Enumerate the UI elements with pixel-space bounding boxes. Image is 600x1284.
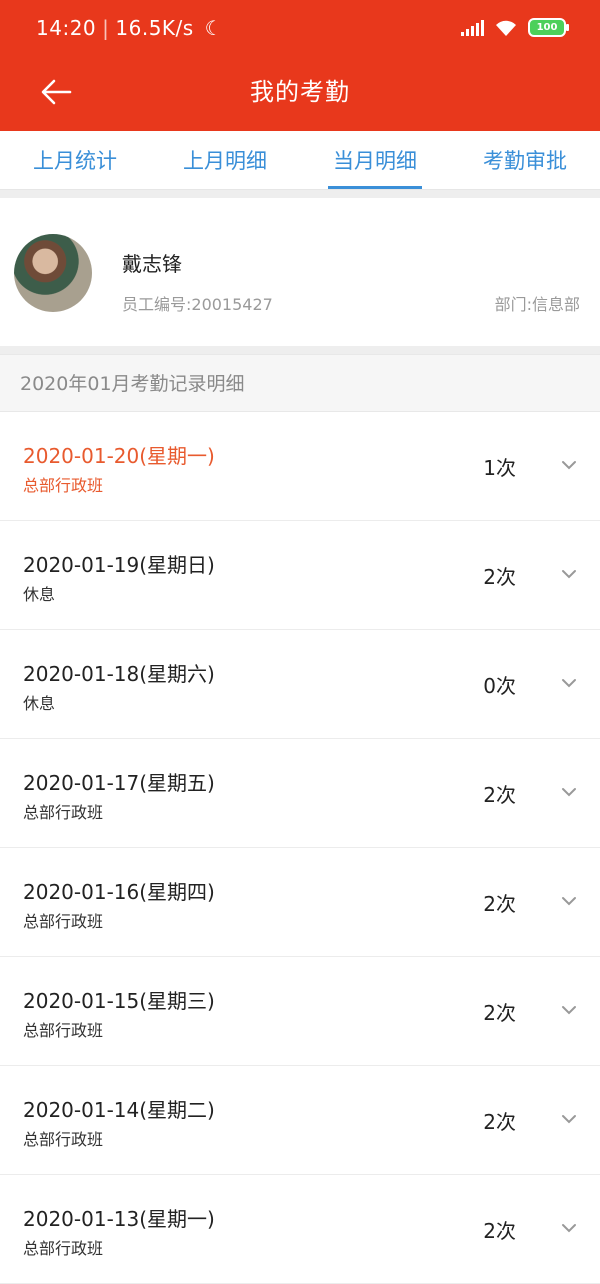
page-title: 我的考勤 — [250, 78, 350, 106]
records-header: 2020年01月考勤记录明细 — [0, 354, 600, 412]
record-count: 2次 — [483, 1219, 516, 1243]
record-shift: 休息 — [23, 694, 56, 713]
navigation-bar: 我的考勤 — [0, 58, 600, 131]
chevron-down-icon[interactable] — [560, 1219, 578, 1237]
app-header: 14:20 | 16.5K/s ☾ 100 我的考勤 — [0, 0, 600, 131]
record-date: 2020-01-13(星期一) — [23, 1207, 215, 1231]
record-row[interactable]: 2020-01-15(星期三) 总部行政班 2次 — [0, 957, 600, 1066]
moon-icon: ☾ — [204, 16, 223, 40]
record-row[interactable]: 2020-01-19(星期日) 休息 2次 — [0, 521, 600, 630]
status-separator: | — [102, 16, 110, 40]
record-count: 1次 — [483, 456, 516, 480]
record-date: 2020-01-15(星期三) — [23, 989, 215, 1013]
record-row[interactable]: 2020-01-13(星期一) 总部行政班 2次 — [0, 1175, 600, 1284]
record-count: 2次 — [483, 1110, 516, 1134]
record-date: 2020-01-20(星期一) — [23, 444, 215, 468]
profile-card: 戴志锋 员工编号:20015427 部门:信息部 — [0, 198, 600, 346]
record-count: 2次 — [483, 565, 516, 589]
record-date: 2020-01-18(星期六) — [23, 662, 215, 686]
network-speed: 16.5K/s — [115, 16, 194, 40]
avatar — [14, 234, 92, 312]
section-divider — [0, 346, 600, 354]
record-row[interactable]: 2020-01-16(星期四) 总部行政班 2次 — [0, 848, 600, 957]
wifi-icon — [494, 19, 518, 37]
tab-bar: 上月统计 上月明细 当月明细 考勤审批 — [0, 131, 600, 190]
status-time: 14:20 — [36, 16, 97, 40]
signal-icon — [461, 19, 484, 36]
record-shift: 总部行政班 — [23, 1239, 104, 1258]
status-right: 100 — [461, 18, 569, 37]
chevron-down-icon[interactable] — [560, 565, 578, 583]
chevron-down-icon[interactable] — [560, 892, 578, 910]
record-row[interactable]: 2020-01-20(星期一) 总部行政班 1次 — [0, 412, 600, 521]
record-shift: 总部行政班 — [23, 476, 104, 495]
record-shift: 总部行政班 — [23, 1130, 104, 1149]
department: 部门:信息部 — [494, 295, 580, 314]
record-count: 2次 — [483, 1001, 516, 1025]
chevron-down-icon[interactable] — [560, 1001, 578, 1019]
chevron-down-icon[interactable] — [560, 783, 578, 801]
record-date: 2020-01-14(星期二) — [23, 1098, 215, 1122]
record-shift: 休息 — [23, 585, 56, 604]
chevron-down-icon[interactable] — [560, 674, 578, 692]
tab-last-month-stats[interactable]: 上月统计 — [0, 131, 150, 189]
status-left: 14:20 | 16.5K/s ☾ — [36, 16, 223, 40]
employee-name: 戴志锋 — [122, 252, 182, 276]
chevron-down-icon[interactable] — [560, 456, 578, 474]
record-count: 2次 — [483, 892, 516, 916]
record-count: 0次 — [483, 674, 516, 698]
section-divider — [0, 190, 600, 198]
employee-number: 员工编号:20015427 — [122, 295, 273, 314]
record-row[interactable]: 2020-01-14(星期二) 总部行政班 2次 — [0, 1066, 600, 1175]
record-date: 2020-01-16(星期四) — [23, 880, 215, 904]
record-date: 2020-01-17(星期五) — [23, 771, 215, 795]
tab-attendance-approval[interactable]: 考勤审批 — [450, 131, 600, 189]
record-shift: 总部行政班 — [23, 912, 104, 931]
record-row[interactable]: 2020-01-18(星期六) 休息 0次 — [0, 630, 600, 739]
tab-current-month-detail[interactable]: 当月明细 — [300, 131, 450, 189]
tab-last-month-detail[interactable]: 上月明细 — [150, 131, 300, 189]
record-shift: 总部行政班 — [23, 1021, 104, 1040]
record-count: 2次 — [483, 783, 516, 807]
record-shift: 总部行政班 — [23, 803, 104, 822]
status-bar: 14:20 | 16.5K/s ☾ 100 — [0, 0, 600, 58]
chevron-down-icon[interactable] — [560, 1110, 578, 1128]
battery-icon: 100 — [528, 18, 569, 37]
record-date: 2020-01-19(星期日) — [23, 553, 215, 577]
record-list: 2020-01-20(星期一) 总部行政班 1次 2020-01-19(星期日)… — [0, 412, 600, 1284]
record-row[interactable]: 2020-01-17(星期五) 总部行政班 2次 — [0, 739, 600, 848]
